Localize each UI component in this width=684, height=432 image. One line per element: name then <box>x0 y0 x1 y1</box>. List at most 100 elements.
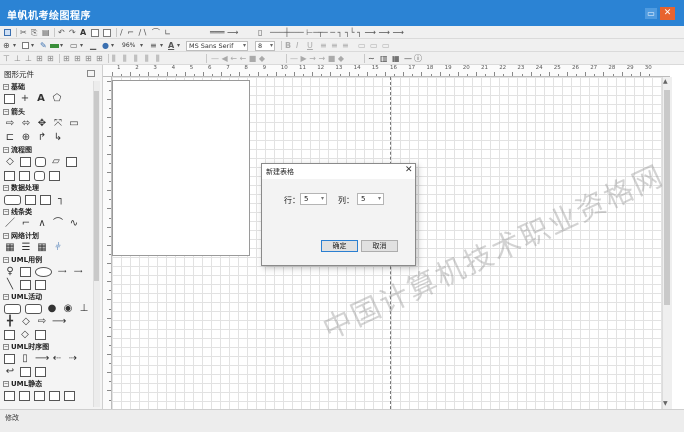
curve-line-icon[interactable]: ∿ <box>68 218 80 229</box>
collapse-icon[interactable]: − <box>3 233 9 239</box>
font-name-select[interactable]: MS Sans Serif ▾ <box>186 41 248 51</box>
category-data-processing[interactable]: − 数据处理 <box>3 183 39 193</box>
order-icon[interactable]: ⫼ <box>156 54 160 63</box>
activation-icon[interactable]: ▯ <box>19 353 31 364</box>
action-state-icon[interactable] <box>4 303 21 314</box>
rows-select[interactable]: 5 ▾ <box>300 193 327 205</box>
actor-icon[interactable]: ♀ <box>4 266 16 277</box>
process-shape-icon[interactable] <box>20 156 31 167</box>
rectangle-icon[interactable] <box>22 41 29 50</box>
rectangle-shape-icon[interactable] <box>4 93 15 104</box>
cross-shape-icon[interactable]: + <box>19 93 31 104</box>
cross-arrow-icon[interactable]: ✥ <box>36 118 48 129</box>
final-node-icon[interactable]: ◉ <box>62 303 74 314</box>
arc-line-icon[interactable]: ⌒ <box>52 218 64 229</box>
document-shape-icon[interactable] <box>66 156 77 167</box>
scroll-down-icon[interactable]: ▼ <box>663 400 668 407</box>
collapse-icon[interactable]: − <box>3 344 9 350</box>
category-uml-usecase[interactable]: − UML用例 <box>3 255 42 265</box>
distribute-h-icon[interactable]: ⊞ <box>63 54 70 63</box>
category-arrows[interactable]: − 箭头 <box>3 107 25 117</box>
callout-arrow-icon[interactable]: ▭ <box>68 118 80 129</box>
association-icon[interactable]: ╲ <box>4 279 16 290</box>
collapse-icon[interactable]: − <box>3 185 9 191</box>
message-icon[interactable]: ⟶ <box>35 353 49 364</box>
cancel-button[interactable]: 取消 <box>361 240 398 252</box>
fill-color-icon[interactable] <box>50 41 59 50</box>
category-uml-sequence[interactable]: − UML时序图 <box>3 342 49 352</box>
extend-icon[interactable]: ⟿ <box>72 267 84 277</box>
delay-shape-icon[interactable] <box>19 170 30 181</box>
straight-line-icon[interactable]: ／ <box>4 218 16 229</box>
category-uml-static[interactable]: − UML静态 <box>3 379 42 389</box>
line-end-arrows-icon[interactable]: — ▶ → → ■ ◆ <box>290 54 360 63</box>
flow-icon[interactable]: ⟶ <box>52 316 66 327</box>
scroll-up-icon[interactable]: ▲ <box>663 78 668 85</box>
dropdown-arrow-icon[interactable]: ▾ <box>60 41 63 50</box>
collapse-icon[interactable]: − <box>3 209 9 215</box>
save-icon[interactable] <box>4 28 11 37</box>
category-lines[interactable]: − 线条类 <box>3 207 32 217</box>
bent-arrow-icon[interactable]: ↳ <box>52 132 64 143</box>
info-icon[interactable]: ⓘ <box>414 54 422 63</box>
zigzag-line-icon[interactable]: ∧ <box>36 218 48 229</box>
align-left-icon[interactable]: ≡ <box>320 41 327 50</box>
undo-icon[interactable]: ↶ <box>58 28 65 37</box>
align-top-icon[interactable]: ⊤ <box>3 54 10 63</box>
dropdown-arrow-icon[interactable]: ▾ <box>80 41 83 50</box>
space-v-icon[interactable]: ⫼ <box>123 54 127 63</box>
space-remove-icon[interactable]: ⫼ <box>145 54 149 63</box>
collapse-icon[interactable]: − <box>3 147 9 153</box>
same-height-icon[interactable]: ⊞ <box>47 54 54 63</box>
bold-icon[interactable]: B <box>285 41 291 50</box>
minimize-button[interactable]: ▭ <box>645 8 657 19</box>
ok-button[interactable]: 确定 <box>321 240 358 252</box>
cut-icon[interactable]: ✂ <box>20 28 27 37</box>
bring-front-icon[interactable]: ▭ <box>358 41 366 50</box>
async-message-icon[interactable]: ⇢ <box>67 353 79 364</box>
terminator-shape-icon[interactable] <box>35 156 46 167</box>
merge-icon[interactable]: ◇ <box>19 329 31 340</box>
dialog-close-button[interactable]: ✕ <box>405 165 413 175</box>
usecase-icon[interactable] <box>35 266 52 277</box>
center-h-icon[interactable]: ⊞ <box>85 54 92 63</box>
space-equal-icon[interactable]: ⫼ <box>134 54 138 63</box>
text-shape-icon[interactable]: A <box>35 93 47 104</box>
block-arrow-icon[interactable]: ⊏ <box>4 132 16 143</box>
split-arrow-icon[interactable]: ⤧ <box>52 118 64 129</box>
card-shape-icon[interactable] <box>4 170 15 181</box>
fragment-icon[interactable] <box>20 366 31 377</box>
return-message-icon[interactable]: ⇠ <box>51 353 63 364</box>
category-basic[interactable]: − 基础 <box>3 82 25 92</box>
dropdown-arrow-icon[interactable]: ▾ <box>140 41 143 50</box>
polygon-shape-icon[interactable]: ⬠ <box>51 93 63 104</box>
category-network-plan[interactable]: − 网络计划 <box>3 231 39 241</box>
self-message-icon[interactable]: ↩ <box>4 366 16 377</box>
turn-arrow-icon[interactable]: ↱ <box>36 132 48 143</box>
dropdown-arrow-icon[interactable]: ▾ <box>31 41 34 50</box>
lifeline-icon[interactable] <box>4 353 15 364</box>
pin-icon[interactable] <box>87 70 95 77</box>
collapse-icon[interactable]: − <box>3 84 9 90</box>
data-shape-icon[interactable]: ▱ <box>50 156 62 167</box>
list-table-icon[interactable]: ☰ <box>20 242 32 253</box>
zoom-level[interactable]: 96% <box>122 42 135 49</box>
pen-icon[interactable]: ✎ <box>40 41 47 50</box>
font-color-icon[interactable]: A <box>168 41 174 50</box>
group-icon[interactable]: ▭ <box>382 41 390 50</box>
grid-icon[interactable]: ▥ <box>380 54 388 63</box>
swimlane-icon[interactable] <box>35 329 46 340</box>
underline-icon[interactable]: U <box>307 41 313 50</box>
collapse-icon[interactable]: − <box>3 294 9 300</box>
initial-node-icon[interactable]: ● <box>46 303 58 314</box>
image-icon[interactable] <box>91 28 99 37</box>
align-right-icon[interactable]: ≡ <box>342 41 349 50</box>
tape-shape-icon[interactable] <box>49 170 60 181</box>
italic-icon[interactable]: I <box>296 41 298 50</box>
decision-shape-icon[interactable]: ◇ <box>4 156 16 167</box>
line-start-arrows-icon[interactable]: — ◀ ← ← ■ ◆ <box>211 54 281 63</box>
decision-node-icon[interactable]: ◇ <box>20 316 32 327</box>
dropdown-arrow-icon[interactable]: ▾ <box>177 41 180 50</box>
send-back-icon[interactable]: ▭ <box>370 41 378 50</box>
vertical-scrollbar-thumb[interactable] <box>664 90 670 305</box>
